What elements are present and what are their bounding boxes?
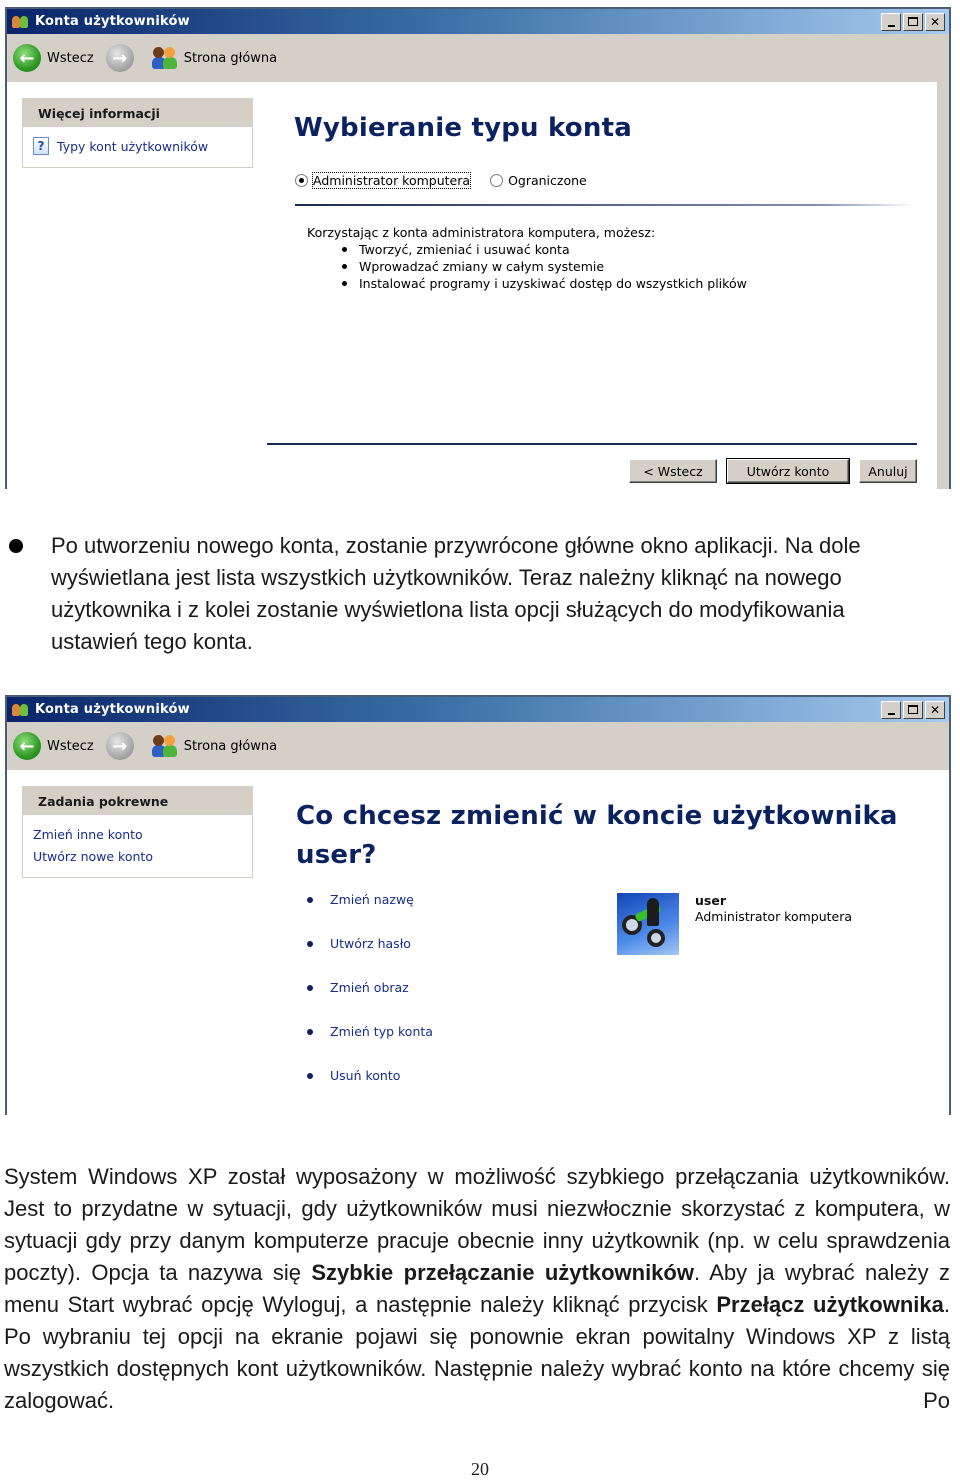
dialog-buttons: < Wstecz Utwórz konto Anuluj <box>629 458 917 484</box>
task-list: Zmień nazwę Utwórz hasło Zmień obraz Zmi… <box>297 885 433 1105</box>
back-label: Wstecz <box>47 738 94 754</box>
title-bar[interactable]: Konta użytkowników ✕ <box>7 697 949 722</box>
heading-line: user? <box>296 840 377 870</box>
heading-line: Co chcesz zmienić w koncie użytkownika <box>296 801 898 831</box>
bold-term: Szybkie przełączanie użytkowników <box>311 1260 694 1285</box>
back-button[interactable]: ← Wstecz <box>13 44 94 72</box>
back-arrow-icon: ← <box>13 44 41 72</box>
close-icon: ✕ <box>929 14 941 29</box>
radio-administrator[interactable]: Administrator komputera <box>295 172 472 189</box>
panel-header: Więcej informacji <box>23 99 252 127</box>
divider <box>267 443 917 445</box>
user-accounts-window-change-account: Konta użytkowników ✕ ← Wstecz → Strona g… <box>5 695 951 1115</box>
account-card: user Administrator komputera <box>617 893 852 955</box>
link-label: Typy kont użytkowników <box>57 138 209 154</box>
account-types-link[interactable]: ? Typy kont użytkowników <box>33 135 242 157</box>
account-type: Administrator komputera <box>695 909 853 924</box>
panel-header: Zadania pokrewne <box>23 787 252 815</box>
close-icon: ✕ <box>929 702 941 717</box>
radio-label: Ograniczone <box>508 173 587 188</box>
account-picture <box>617 893 679 955</box>
maximize-icon <box>908 17 918 26</box>
minimize-button[interactable] <box>881 12 901 31</box>
content-area: Więcej informacji ? Typy kont użytkownik… <box>7 82 937 489</box>
back-label: Wstecz <box>47 50 94 66</box>
back-button[interactable]: ← Wstecz <box>13 732 94 760</box>
help-icon: ? <box>33 137 49 155</box>
create-new-account-link[interactable]: Utwórz nowe konto <box>33 845 242 867</box>
users-icon <box>151 46 178 70</box>
back-arrow-icon: ← <box>13 732 41 760</box>
task-change-name[interactable]: Zmień nazwę <box>297 885 433 929</box>
forward-button[interactable]: → <box>105 732 140 760</box>
home-button[interactable]: Strona główna <box>151 46 278 70</box>
minimize-icon <box>887 712 895 715</box>
task-create-password[interactable]: Utwórz hasło <box>297 929 433 973</box>
window-title: Konta użytkowników <box>35 702 190 717</box>
task-change-account-type[interactable]: Zmień typ konta <box>297 1017 433 1061</box>
home-button[interactable]: Strona główna <box>151 734 278 758</box>
radio-indicator <box>490 174 504 187</box>
maximize-icon <box>908 705 918 714</box>
fast-user-switching-paragraph: System Windows XP został wyposażony w mo… <box>4 1161 950 1417</box>
home-label: Strona główna <box>183 738 278 754</box>
page-heading: Wybieranie typu konta <box>294 113 632 143</box>
description-item: Wprowadzać zmiany w całym systemie <box>340 258 747 275</box>
toolbar: ← Wstecz → Strona główna <box>7 722 949 770</box>
back-step-button[interactable]: < Wstecz <box>629 459 717 483</box>
close-button[interactable]: ✕ <box>925 12 945 31</box>
divider <box>295 204 915 206</box>
create-account-button[interactable]: Utwórz konto <box>726 458 850 484</box>
more-info-panel: Więcej informacji ? Typy kont użytkownik… <box>22 98 253 168</box>
maximize-button[interactable] <box>903 700 923 719</box>
task-change-picture[interactable]: Zmień obraz <box>297 973 433 1017</box>
minimize-button[interactable] <box>881 700 901 719</box>
user-accounts-icon <box>11 702 31 718</box>
related-tasks-panel: Zadania pokrewne Zmień inne konto Utwórz… <box>22 786 253 878</box>
home-label: Strona główna <box>183 50 278 66</box>
account-name: user <box>695 893 726 908</box>
description-item: Tworzyć, zmieniać i usuwać konta <box>340 241 747 258</box>
window-title: Konta użytkowników <box>35 14 190 29</box>
forward-button[interactable]: → <box>105 44 140 72</box>
change-other-account-link[interactable]: Zmień inne konto <box>33 823 242 845</box>
forward-arrow-icon: → <box>105 732 134 760</box>
minimize-icon <box>887 24 895 27</box>
user-accounts-icon <box>11 14 31 30</box>
forward-arrow-icon: → <box>105 44 134 72</box>
page-heading: Co chcesz zmienić w koncie użytkownika u… <box>296 797 898 875</box>
instruction-paragraph: Po utworzeniu nowego konta, zostanie prz… <box>51 533 861 654</box>
users-icon <box>151 734 178 758</box>
radio-selected-indicator <box>295 174 308 187</box>
bold-term: Przełącz użytkownika <box>716 1292 944 1317</box>
account-type-radio-group: Administrator komputera Ograniczone <box>295 172 587 189</box>
close-button[interactable]: ✕ <box>925 700 945 719</box>
radio-label: Administrator komputera <box>311 172 472 189</box>
cancel-button[interactable]: Anuluj <box>859 459 917 483</box>
bullet-icon <box>9 539 23 553</box>
account-description: Korzystając z konta administratora kompu… <box>307 224 747 292</box>
maximize-button[interactable] <box>903 12 923 31</box>
toolbar: ← Wstecz → Strona główna <box>7 34 949 82</box>
description-item: Instalować programy i uzyskiwać dostęp d… <box>340 275 747 292</box>
title-bar[interactable]: Konta użytkowników ✕ <box>7 9 949 34</box>
content-area: Zadania pokrewne Zmień inne konto Utwórz… <box>7 770 949 1115</box>
page-number: 20 <box>471 1459 489 1479</box>
radio-limited[interactable]: Ograniczone <box>490 173 587 188</box>
task-delete-account[interactable]: Usuń konto <box>297 1061 433 1105</box>
description-intro: Korzystając z konta administratora kompu… <box>307 225 656 240</box>
user-accounts-window-account-type: Konta użytkowników ✕ ← Wstecz → Strona g… <box>5 7 951 489</box>
